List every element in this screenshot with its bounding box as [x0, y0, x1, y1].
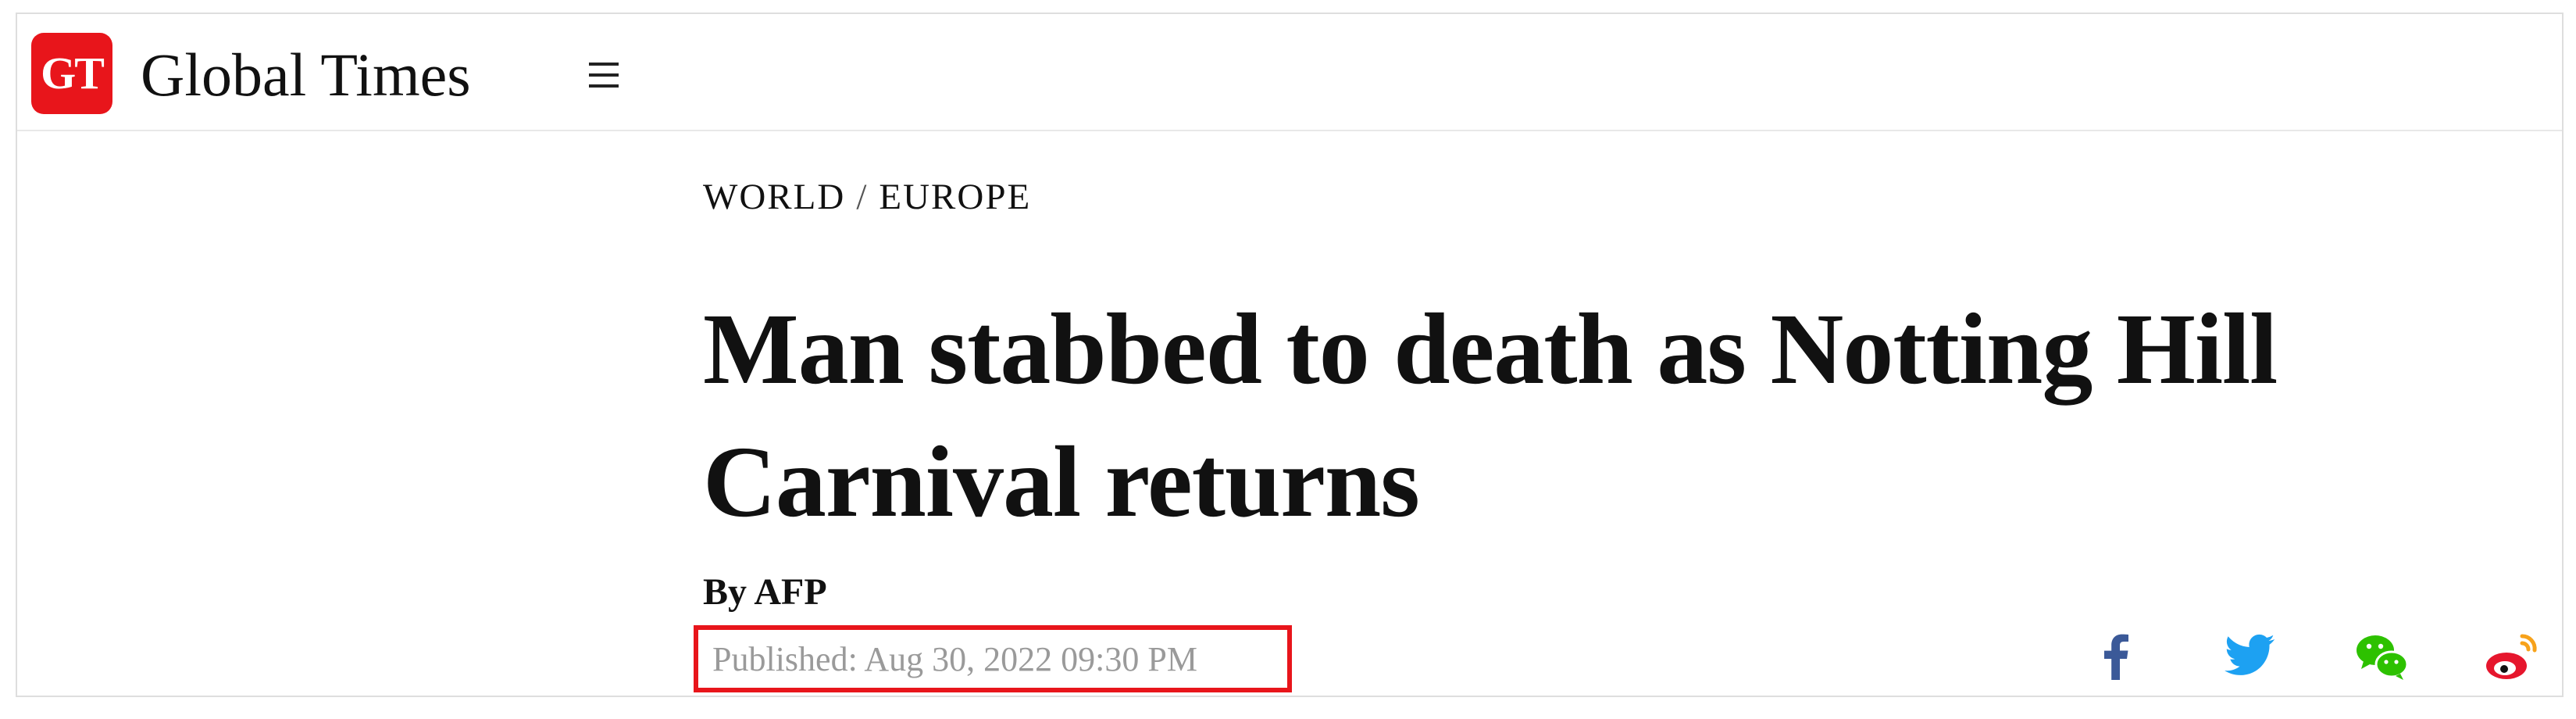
article-byline: By AFP — [703, 571, 827, 613]
twitter-share-button[interactable] — [2218, 625, 2281, 688]
breadcrumb-world[interactable]: WORLD — [703, 177, 845, 217]
weibo-icon — [2486, 634, 2537, 679]
twitter-icon — [2225, 634, 2275, 675]
facebook-icon — [2104, 634, 2128, 680]
global-times-logo-badge[interactable]: GT — [31, 33, 112, 114]
wechat-share-button[interactable] — [2351, 625, 2414, 688]
breadcrumb: WORLD / EUROPE — [703, 173, 1031, 220]
top-navigation-bar: GT Global Times — [17, 14, 2562, 131]
breadcrumb-europe[interactable]: EUROPE — [879, 177, 1031, 217]
weibo-share-button[interactable] — [2480, 625, 2542, 688]
hamburger-menu-icon[interactable] — [589, 63, 622, 89]
facebook-share-button[interactable] — [2085, 625, 2148, 688]
article-headline: Man stabbed to death as Notting Hill Car… — [703, 293, 2278, 538]
published-date: Published: Aug 30, 2022 09:30 PM — [712, 640, 1197, 678]
breadcrumb-separator: / — [856, 177, 869, 217]
wechat-icon — [2357, 635, 2409, 680]
global-times-logo-text[interactable]: Global Times — [141, 36, 471, 114]
published-date-highlight: Published: Aug 30, 2022 09:30 PM — [694, 625, 1292, 692]
